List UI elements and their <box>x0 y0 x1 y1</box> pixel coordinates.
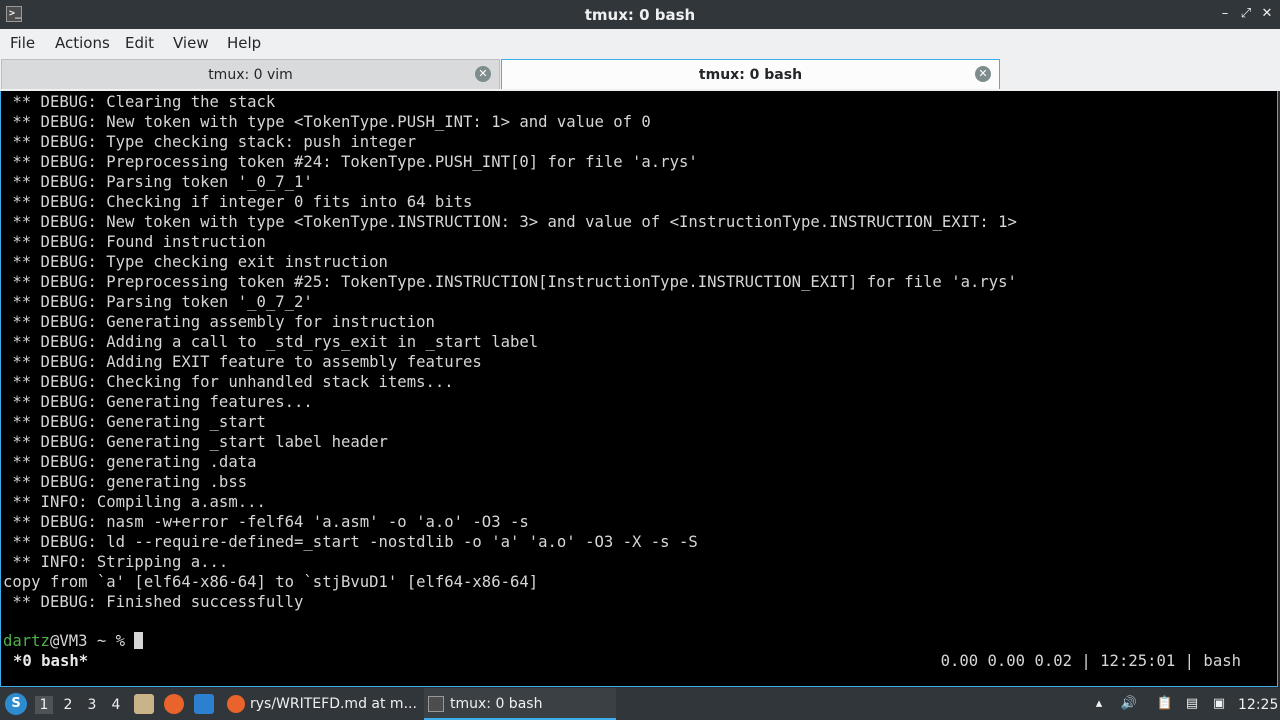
task-label: rys/WRITEFD.md at m... <box>250 696 417 712</box>
terminal-line: ** INFO: Stripping a... <box>3 553 229 571</box>
task-firefox[interactable]: rys/WRITEFD.md at m... <box>224 688 420 720</box>
terminal-line: ** INFO: Compiling a.asm... <box>3 493 266 511</box>
terminal-line: ** DEBUG: Preprocessing token #24: Token… <box>3 153 698 171</box>
terminal-line: ** DEBUG: Generating assembly for instru… <box>3 313 435 331</box>
prompt-host: @VM3 ~ % <box>49 632 135 650</box>
terminal-line: ** DEBUG: generating .bss <box>3 473 248 491</box>
menu-actions[interactable]: Actions <box>55 34 110 52</box>
shell-prompt[interactable]: dartz@VM3 ~ % <box>3 631 144 651</box>
terminal-line: ** DEBUG: ld --require-defined=_start -n… <box>3 533 698 551</box>
terminal-pane[interactable]: ** DEBUG: Clearing the stack ** DEBUG: N… <box>0 91 1278 687</box>
terminal-line: ** DEBUG: Parsing token '_0_7_1' <box>3 173 313 191</box>
minimize-icon[interactable]: – <box>1216 5 1234 23</box>
volume-icon[interactable]: 🔊 <box>1120 694 1138 714</box>
terminal-line: ** DEBUG: Adding EXIT feature to assembl… <box>3 353 482 371</box>
restore-icon[interactable]: ⤢ <box>1237 5 1255 23</box>
application-menu-icon[interactable]: S <box>5 693 27 715</box>
terminal-icon <box>428 696 444 712</box>
terminal-line: ** DEBUG: Generating _start <box>3 413 266 431</box>
menu-help[interactable]: Help <box>227 34 261 52</box>
tab-bar: tmux: 0 vim ✕ tmux: 0 bash ✕ <box>0 57 1280 91</box>
task-label: tmux: 0 bash <box>450 696 543 712</box>
terminal-line: ** DEBUG: Parsing token '_0_7_2' <box>3 293 313 311</box>
tab-vim[interactable]: tmux: 0 vim ✕ <box>1 59 500 89</box>
terminal-line: ** DEBUG: Generating _start label header <box>3 433 388 451</box>
desktop-4[interactable]: 4 <box>107 696 125 714</box>
firefox-icon[interactable] <box>164 694 184 714</box>
tmux-status-info: 0.00 0.00 0.02 | 12:25:01 | bash <box>940 652 1241 670</box>
firefox-icon <box>227 695 245 713</box>
terminal-line: ** DEBUG: Checking for unhandled stack i… <box>3 373 454 391</box>
close-icon[interactable]: ✕ <box>1258 5 1276 23</box>
tab-label: tmux: 0 vim <box>208 67 293 83</box>
screen-icon[interactable]: ▣ <box>1210 694 1228 714</box>
prompt-user: dartz <box>3 632 50 650</box>
menu-file[interactable]: File <box>10 34 35 52</box>
title-bar: >_ tmux: 0 bash – ⤢ ✕ <box>0 0 1280 29</box>
tab-label: tmux: 0 bash <box>698 67 803 83</box>
terminal-line: ** DEBUG: Finished successfully <box>3 593 304 611</box>
task-terminal[interactable]: tmux: 0 bash <box>424 688 616 720</box>
taskbar: S 1 2 3 4 rys/WRITEFD.md at m... tmux: 0… <box>0 688 1280 720</box>
terminal-line: ** DEBUG: Type checking exit instruction <box>3 253 388 271</box>
menu-view[interactable]: View <box>173 34 209 52</box>
terminal-line: ** DEBUG: nasm -w+error -felf64 'a.asm' … <box>3 513 529 531</box>
terminal-line: ** DEBUG: Checking if integer 0 fits int… <box>3 193 473 211</box>
terminal-line: ** DEBUG: Found instruction <box>3 233 266 251</box>
close-tab-icon[interactable]: ✕ <box>975 66 991 82</box>
close-tab-icon[interactable]: ✕ <box>475 66 491 82</box>
desktop-3[interactable]: 3 <box>83 696 101 714</box>
terminal-line: ** DEBUG: New token with type <TokenType… <box>3 213 1017 231</box>
desktop-2[interactable]: 2 <box>59 696 77 714</box>
terminal-line: ** DEBUG: Clearing the stack <box>3 93 276 111</box>
tab-bash[interactable]: tmux: 0 bash ✕ <box>501 59 1000 89</box>
file-manager-icon[interactable] <box>134 694 154 714</box>
show-desktop-icon[interactable] <box>194 694 214 714</box>
menu-bar: File Actions Edit View Help <box>0 29 1280 57</box>
terminal-output: ** DEBUG: Clearing the stack ** DEBUG: N… <box>3 92 1275 612</box>
terminal-line: ** DEBUG: Preprocessing token #25: Token… <box>3 273 1017 291</box>
tmux-window-list: *0 bash* <box>13 652 89 670</box>
menu-edit[interactable]: Edit <box>125 34 154 52</box>
terminal-line: ** DEBUG: New token with type <TokenType… <box>3 113 651 131</box>
terminal-line: ** DEBUG: Generating features... <box>3 393 313 411</box>
clock[interactable]: 12:25 <box>1238 696 1278 714</box>
tray-arrow-icon[interactable]: ▴ <box>1090 694 1108 714</box>
network-icon[interactable]: ▤ <box>1183 694 1201 714</box>
desktop-1[interactable]: 1 <box>35 696 53 714</box>
terminal-line: ** DEBUG: generating .data <box>3 453 257 471</box>
clipboard-icon[interactable]: 📋 <box>1156 694 1174 714</box>
text-cursor <box>134 632 144 649</box>
terminal-line: copy from `a' [elf64-x86-64] to `stjBvuD… <box>3 573 539 591</box>
terminal-line: ** DEBUG: Type checking stack: push inte… <box>3 133 417 151</box>
terminal-line: ** DEBUG: Adding a call to _std_rys_exit… <box>3 333 539 351</box>
window-title: tmux: 0 bash <box>584 6 696 24</box>
